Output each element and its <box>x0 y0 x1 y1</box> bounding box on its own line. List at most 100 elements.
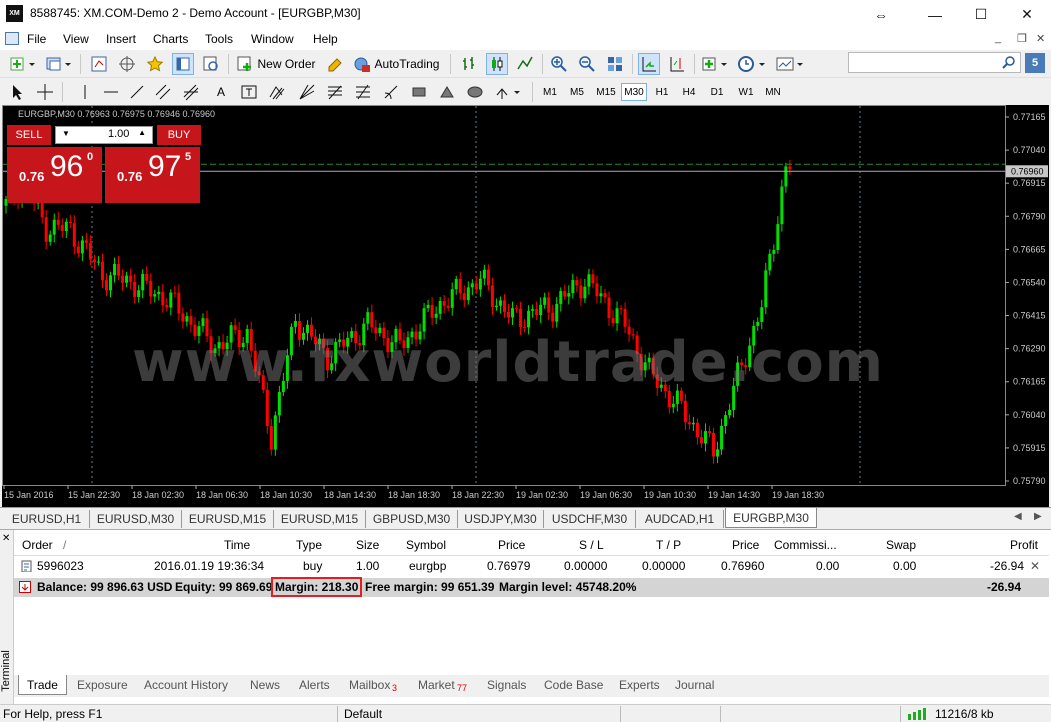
tab-trade[interactable]: Trade <box>18 675 67 695</box>
fibo-fan-icon[interactable] <box>324 81 346 103</box>
tab-account-history[interactable]: Account History <box>144 678 228 692</box>
ellipse-icon[interactable] <box>464 81 486 103</box>
mdi-window-icon[interactable] <box>5 32 19 45</box>
trendline-icon[interactable] <box>126 81 148 103</box>
col-price[interactable]: Price <box>498 538 525 552</box>
zoom-out-icon[interactable] <box>576 53 598 75</box>
new-chart-icon[interactable] <box>8 53 38 75</box>
sell-price-box[interactable]: 0.76 96 0 <box>7 147 102 203</box>
chart-tab[interactable]: AUDCAD,H1 <box>636 510 724 528</box>
price-chart[interactable]: 0.77165 0.77040 0.76915 0.76790 0.76665 0.765… <box>2 105 1049 507</box>
tab-alerts[interactable]: Alerts <box>299 678 330 692</box>
chart-shift-icon[interactable] <box>666 53 688 75</box>
indicators-icon[interactable] <box>700 53 730 75</box>
chart-tab[interactable]: GBPUSD,M30 <box>366 510 458 528</box>
chart-tab[interactable]: USDJPY,M30 <box>458 510 544 528</box>
market-watch-icon[interactable] <box>88 53 110 75</box>
search-icon[interactable] <box>1002 56 1016 70</box>
chart-tab[interactable]: EURUSD,H1 <box>4 510 90 528</box>
tab-scroll-right-icon[interactable]: ▶ <box>1034 511 1042 522</box>
text-label-icon[interactable] <box>238 81 260 103</box>
rectangle-icon[interactable] <box>408 81 430 103</box>
col-current-price[interactable]: Price <box>732 538 759 552</box>
timeframe-m15[interactable]: M15 <box>592 83 620 101</box>
bar-chart-icon[interactable] <box>458 53 480 75</box>
tab-scroll-left-icon[interactable]: ◀ <box>1014 511 1022 522</box>
col-type[interactable]: Type <box>296 538 322 552</box>
chart-tab[interactable]: USDCHF,M30 <box>544 510 636 528</box>
col-profit[interactable]: Profit <box>1010 538 1038 552</box>
horizontal-line-icon[interactable] <box>100 81 122 103</box>
search-input[interactable] <box>848 52 1021 73</box>
chart-tab[interactable]: EURUSD,M15 <box>274 510 366 528</box>
timeframe-w1[interactable]: W1 <box>734 83 758 101</box>
tab-code-base[interactable]: Code Base <box>544 678 603 692</box>
menu-window[interactable]: Window <box>251 32 294 46</box>
table-row[interactable]: 5996023 2016.01.19 19:36:34 buy 1.00 eur… <box>14 558 1049 576</box>
gann-fan-icon[interactable] <box>296 81 318 103</box>
timeframe-m1[interactable]: M1 <box>538 83 562 101</box>
cursor-icon[interactable] <box>6 81 28 103</box>
timeframe-h4[interactable]: H4 <box>677 83 701 101</box>
tab-signals[interactable]: Signals <box>487 678 526 692</box>
timeframe-h1[interactable]: H1 <box>650 83 674 101</box>
col-swap[interactable]: Swap <box>886 538 916 552</box>
lot-up-icon[interactable]: ▲ <box>138 128 146 137</box>
triangle-icon[interactable] <box>436 81 458 103</box>
tile-windows-icon[interactable] <box>604 53 626 75</box>
col-order[interactable]: Order <box>22 538 53 552</box>
col-symbol[interactable]: Symbol <box>406 538 446 552</box>
timeframe-d1[interactable]: D1 <box>705 83 729 101</box>
move-icon[interactable]: ⇔ <box>858 0 904 29</box>
timeframe-mn[interactable]: MN <box>761 83 785 101</box>
strategy-tester-icon[interactable] <box>200 53 222 75</box>
chart-tab[interactable]: EURUSD,M15 <box>182 510 274 528</box>
crosshair-icon[interactable] <box>34 81 56 103</box>
timeframe-m5[interactable]: M5 <box>565 83 589 101</box>
new-order-button[interactable]: New Order <box>236 53 316 75</box>
menu-tools[interactable]: Tools <box>205 32 233 46</box>
tab-market[interactable]: Market <box>418 678 455 692</box>
chart-tab[interactable]: EURUSD,M30 <box>90 510 182 528</box>
tab-mailbox[interactable]: Mailbox <box>349 678 390 692</box>
sell-button[interactable]: SELL <box>7 125 51 145</box>
profiles-icon[interactable] <box>44 53 74 75</box>
mdi-restore-icon[interactable]: ❐ <box>1017 32 1027 45</box>
chart-tab-active[interactable]: EURGBP,M30 <box>725 508 817 528</box>
equidistant-channel-icon[interactable] <box>152 81 174 103</box>
community-icon[interactable]: 5 <box>1025 53 1045 73</box>
autotrading-button[interactable]: AutoTrading <box>350 53 442 75</box>
tab-news[interactable]: News <box>250 678 280 692</box>
terminal-toggle-icon[interactable] <box>172 53 194 75</box>
fibo-retracement-icon[interactable] <box>352 81 374 103</box>
line-chart-icon[interactable] <box>514 53 536 75</box>
lot-down-icon[interactable]: ▼ <box>62 129 70 138</box>
close-order-icon[interactable]: ✕ <box>1030 559 1040 573</box>
col-sl[interactable]: S / L <box>579 538 604 552</box>
tab-experts[interactable]: Experts <box>619 678 660 692</box>
menu-insert[interactable]: Insert <box>106 32 136 46</box>
mdi-close-icon[interactable]: ✕ <box>1036 32 1045 45</box>
timeframe-m30[interactable]: M30 <box>621 83 647 101</box>
periods-clock-icon[interactable] <box>736 53 768 75</box>
andrews-pitchfork-icon[interactable] <box>266 81 288 103</box>
arrows-icon[interactable] <box>492 81 526 103</box>
tab-journal[interactable]: Journal <box>675 678 714 692</box>
metaeditor-icon[interactable] <box>324 53 346 75</box>
buy-price-box[interactable]: 0.76 97 5 <box>105 147 200 203</box>
zoom-in-icon[interactable] <box>548 53 570 75</box>
close-button[interactable]: ✕ <box>1004 0 1050 29</box>
templates-icon[interactable] <box>774 53 806 75</box>
lot-size-field[interactable]: ▼ 1.00 ▲ <box>55 126 153 144</box>
maximize-button[interactable]: ☐ <box>958 0 1004 29</box>
text-icon[interactable]: A <box>210 81 232 103</box>
col-commission[interactable]: Commissi... <box>774 538 837 552</box>
vertical-line-icon[interactable] <box>74 81 96 103</box>
col-time[interactable]: Time <box>224 538 250 552</box>
col-size[interactable]: Size <box>356 538 379 552</box>
standard-deviation-channel-icon[interactable] <box>180 81 202 103</box>
candlestick-icon[interactable] <box>486 53 508 75</box>
auto-scroll-icon[interactable] <box>638 53 660 75</box>
minimize-button[interactable]: — <box>912 0 958 29</box>
menu-charts[interactable]: Charts <box>153 32 188 46</box>
